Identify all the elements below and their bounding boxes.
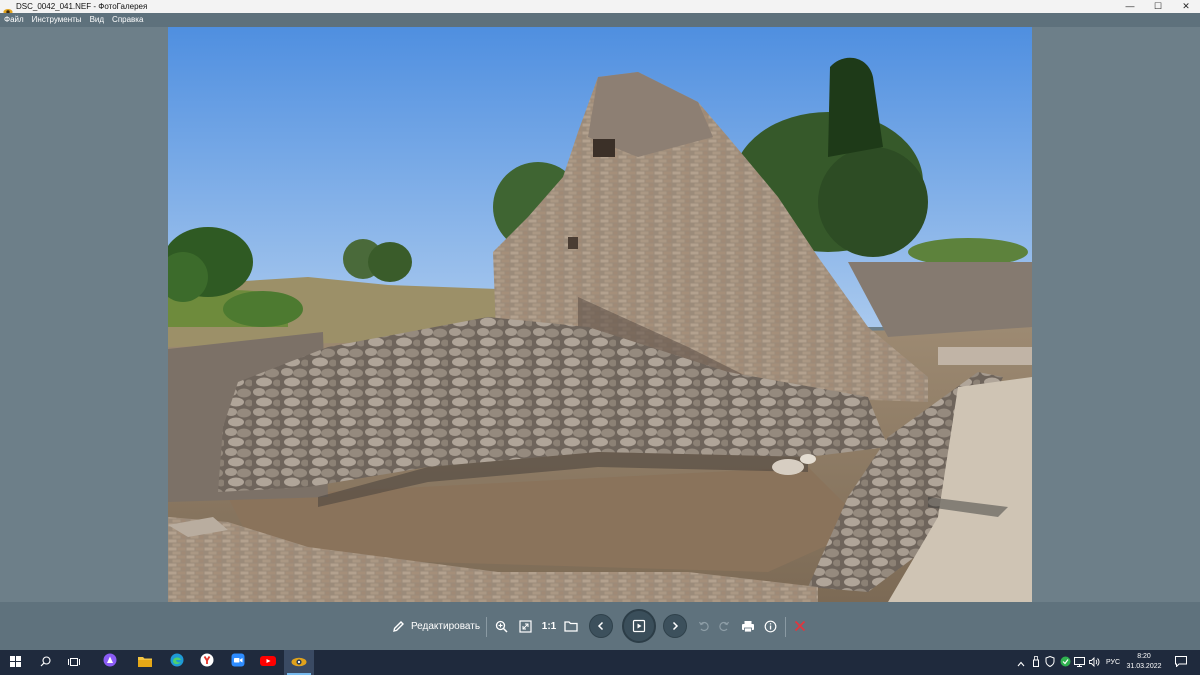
maximize-button[interactable]: ☐ <box>1144 0 1172 13</box>
taskbar-clock[interactable]: 8:20 31.03.2022 <box>1124 652 1164 672</box>
tray-app-green[interactable] <box>1058 650 1072 675</box>
delete-button[interactable] <box>791 602 809 650</box>
photo-gallery-eye-icon <box>291 654 307 672</box>
menu-bar: Файл Инструменты Вид Справка <box>0 13 1200 27</box>
taskbar-photo-gallery[interactable] <box>284 650 314 675</box>
next-icon <box>663 614 687 638</box>
speaker-icon <box>1088 654 1100 672</box>
menu-help[interactable]: Справка <box>112 13 143 27</box>
usb-drive-icon <box>1032 654 1040 672</box>
tray-security[interactable] <box>1043 650 1057 675</box>
actual-size-button[interactable]: 1:1 <box>539 602 559 650</box>
rotate-left-icon <box>698 620 710 632</box>
search-icon <box>40 654 51 672</box>
rotate-right-button[interactable] <box>716 602 732 650</box>
tray-language[interactable]: РУС <box>1102 650 1124 675</box>
youtube-icon <box>260 654 276 672</box>
menu-view[interactable]: Вид <box>90 13 104 27</box>
delete-icon <box>794 620 806 632</box>
toolbar-separator <box>785 617 786 637</box>
previous-button[interactable] <box>588 602 614 650</box>
actual-size-label: 1:1 <box>541 620 557 632</box>
edit-label: Редактировать <box>410 620 481 632</box>
yandex-browser-icon <box>200 653 214 672</box>
print-icon <box>741 620 755 633</box>
menu-tools[interactable]: Инструменты <box>32 13 82 27</box>
viewer-toolbar: Редактировать 1:1 <box>0 602 1200 650</box>
clock-date: 31.03.2022 <box>1126 663 1162 670</box>
folder-icon <box>564 620 578 632</box>
photo[interactable] <box>168 27 1032 602</box>
taskbar-yandex-browser[interactable] <box>193 650 221 675</box>
menu-file[interactable]: Файл <box>4 13 24 27</box>
rotate-right-icon <box>718 620 730 632</box>
pencil-icon <box>392 620 405 633</box>
taskbar-file-explorer[interactable] <box>131 650 159 675</box>
taskbar-edge[interactable] <box>163 650 191 675</box>
toolbar-separator <box>486 617 487 637</box>
tray-overflow-button[interactable] <box>1014 650 1028 675</box>
previous-icon <box>589 614 613 638</box>
edit-button[interactable]: Редактировать <box>390 602 482 650</box>
taskbar-zoom[interactable] <box>224 650 252 675</box>
close-window-button[interactable]: ✕ <box>1172 0 1200 13</box>
notification-icon <box>1175 654 1187 672</box>
tray-usb[interactable] <box>1029 650 1043 675</box>
zoom-in-button[interactable] <box>492 602 510 650</box>
network-icon <box>1073 654 1085 672</box>
file-explorer-icon <box>138 654 152 672</box>
next-button[interactable] <box>662 602 688 650</box>
clock-time: 8:20 <box>1137 653 1151 660</box>
task-view-icon <box>68 654 80 672</box>
language-indicator: РУС <box>1105 659 1121 666</box>
ruins-photo-illustration <box>168 27 1032 602</box>
rotate-left-button[interactable] <box>696 602 712 650</box>
title-bar: DSC_0042_041.NEF - ФотоГалерея — ☐ ✕ <box>0 0 1200 15</box>
slideshow-button[interactable] <box>621 602 657 650</box>
taskbar-youtube[interactable] <box>254 650 282 675</box>
fit-to-window-icon <box>518 619 532 633</box>
search-button[interactable] <box>32 650 58 675</box>
print-button[interactable] <box>738 602 758 650</box>
fit-to-window-button[interactable] <box>516 602 534 650</box>
chevron-up-icon <box>1017 654 1025 672</box>
windows-logo-icon <box>9 654 21 672</box>
window-title: DSC_0042_041.NEF - ФотоГалерея <box>16 2 148 11</box>
task-view-button[interactable] <box>61 650 87 675</box>
action-center-button[interactable] <box>1170 650 1192 675</box>
zoom-in-icon <box>495 620 508 633</box>
app-eye-icon <box>3 3 13 15</box>
tray-volume[interactable] <box>1087 650 1101 675</box>
green-app-icon <box>1060 654 1071 672</box>
shield-icon <box>1045 654 1055 672</box>
slideshow-icon <box>622 609 656 643</box>
taskbar-alice[interactable] <box>96 650 124 675</box>
minimize-button[interactable]: — <box>1116 0 1144 13</box>
tray-network[interactable] <box>1072 650 1086 675</box>
info-button[interactable] <box>761 602 779 650</box>
edge-browser-icon <box>170 653 184 672</box>
image-viewer[interactable] <box>0 27 1200 602</box>
windows-taskbar: РУС 8:20 31.03.2022 <box>0 650 1200 675</box>
zoom-icon <box>231 653 245 672</box>
alice-assistant-icon <box>103 653 117 672</box>
open-folder-button[interactable] <box>562 602 580 650</box>
info-icon <box>764 620 777 633</box>
start-button[interactable] <box>0 650 30 675</box>
